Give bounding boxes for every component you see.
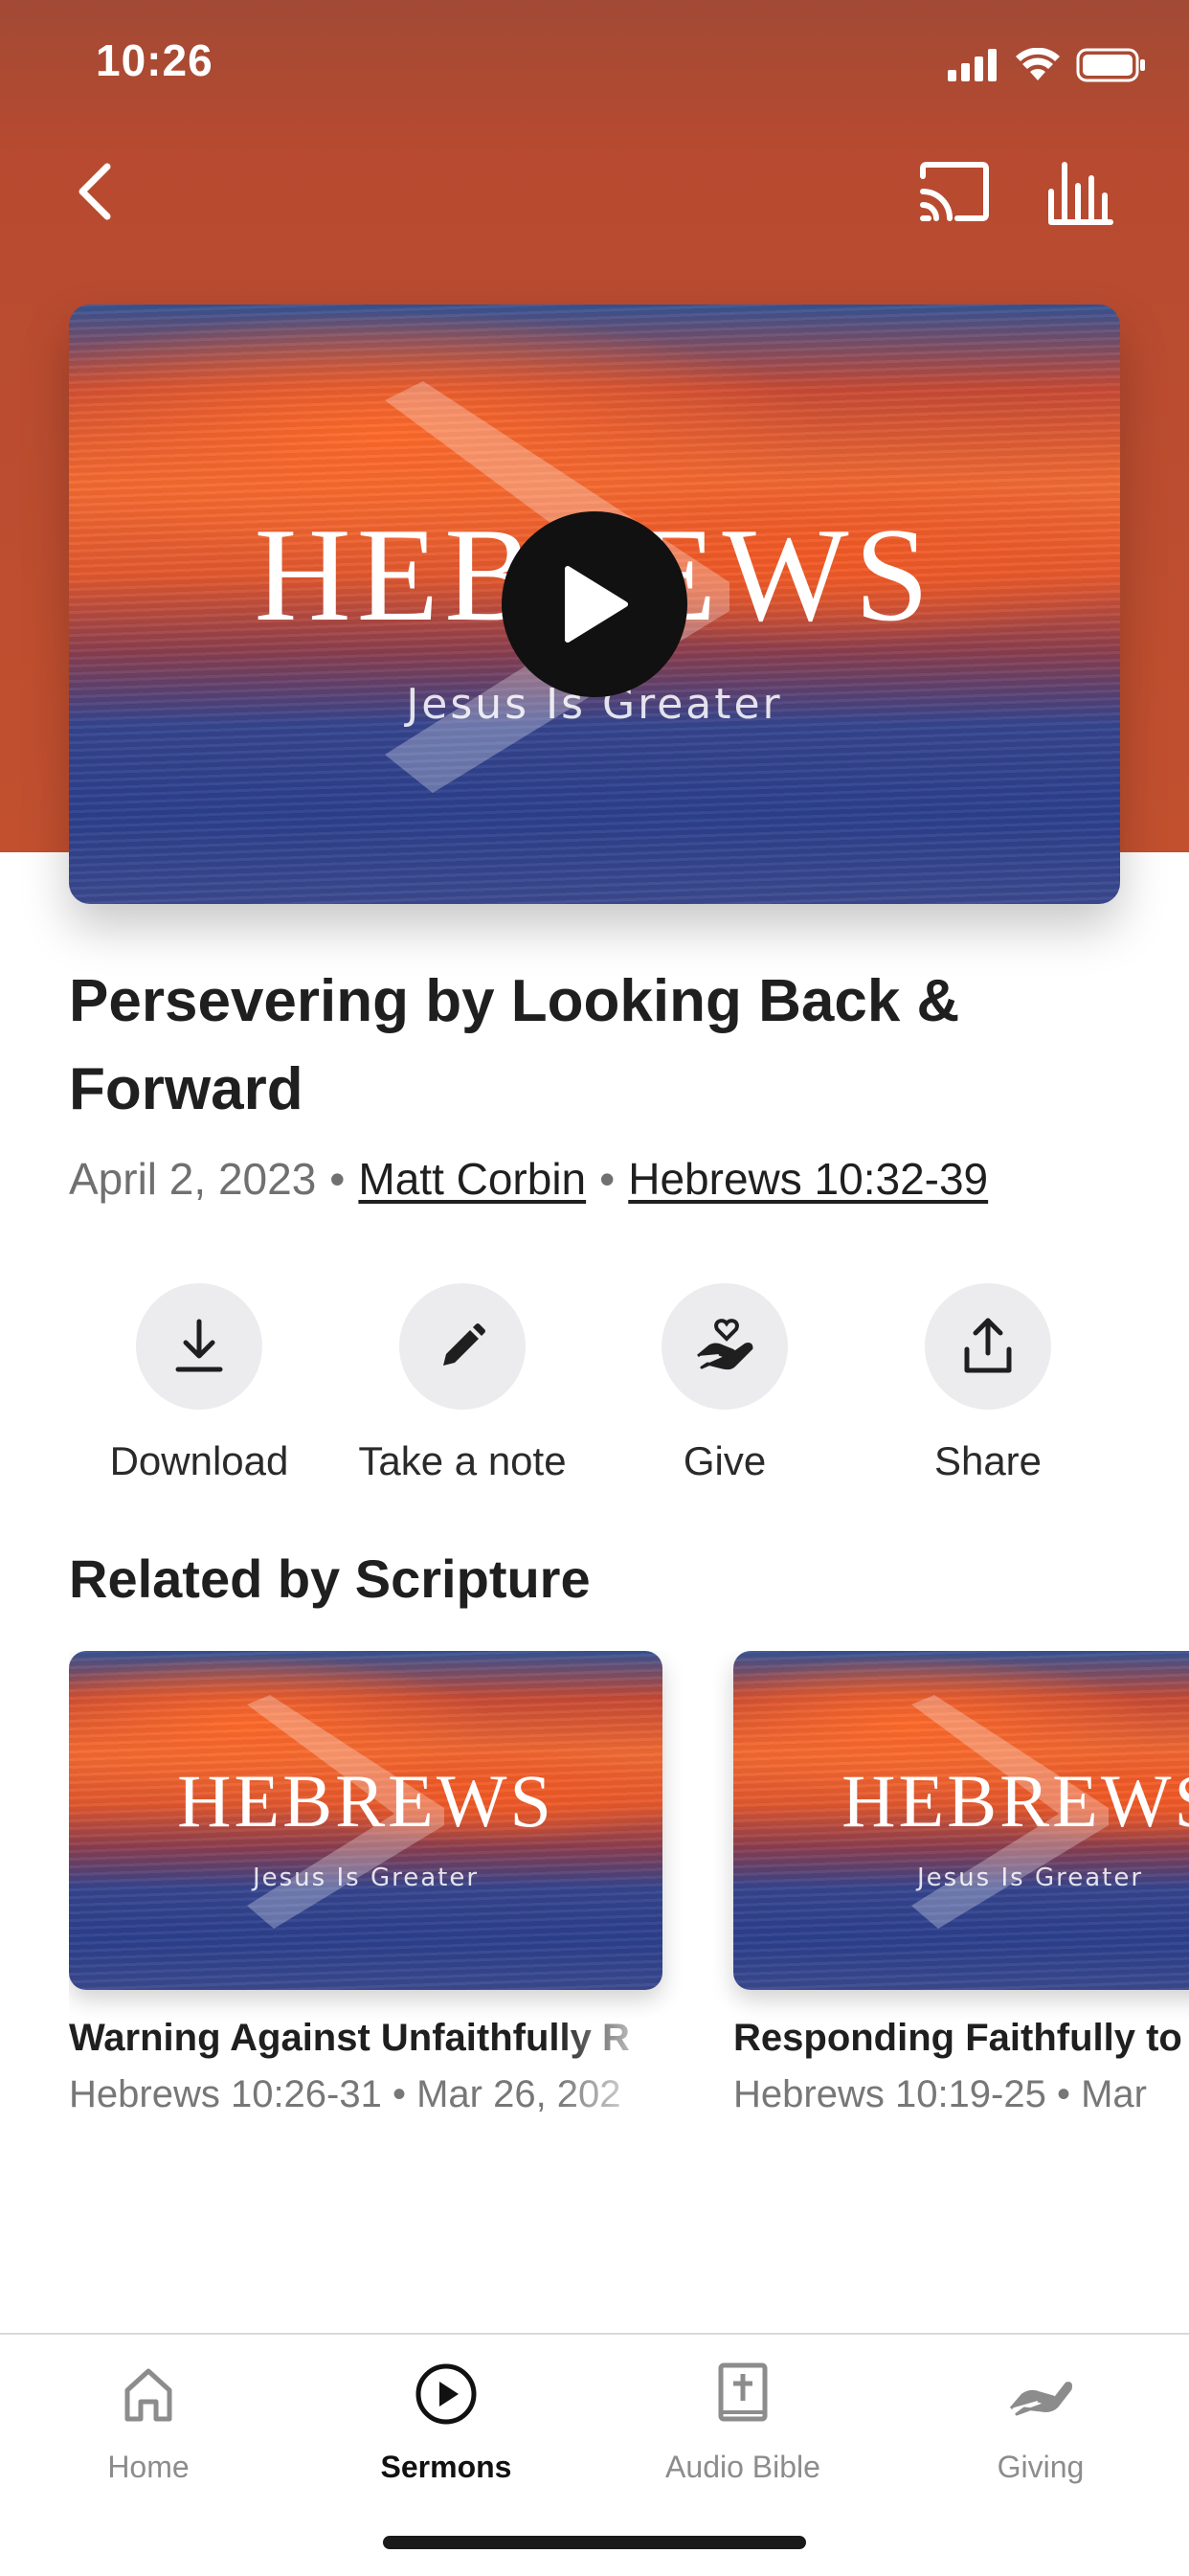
share-icon	[964, 1318, 1012, 1373]
take-note-label: Take a note	[358, 1438, 567, 1483]
tab-sermons-label: Sermons	[380, 2450, 512, 2484]
back-button[interactable]	[67, 153, 124, 230]
play-circle-icon	[415, 2363, 477, 2425]
wifi-icon	[1016, 48, 1060, 80]
cast-icon	[920, 162, 989, 221]
download-button[interactable]: Download	[67, 1283, 331, 1484]
bible-icon	[718, 2362, 768, 2422]
related-title: Responding Faithfully to	[733, 2017, 1182, 2059]
download-icon	[175, 1319, 223, 1372]
meta-separator: •	[329, 1154, 346, 1204]
tab-giving-label: Giving	[997, 2450, 1085, 2484]
chevron-left-icon	[79, 163, 111, 220]
related-title: Warning Against Unfaithfully R	[69, 2017, 662, 2060]
related-thumbnail: HEBREWS Jesus Is Greater	[733, 1651, 1189, 1990]
download-label: Download	[109, 1438, 289, 1483]
tab-audio-bible[interactable]: Audio Bible	[594, 2358, 891, 2485]
share-label: Share	[933, 1438, 1043, 1483]
scripture-link[interactable]: Hebrews 10:32-39	[628, 1154, 988, 1204]
give-label: Give	[683, 1438, 767, 1483]
thumbnail-subtitle: Jesus Is Greater	[916, 1864, 1144, 1892]
play-icon	[565, 566, 628, 643]
take-note-button[interactable]: Take a note	[330, 1283, 594, 1484]
give-circle	[662, 1283, 788, 1410]
home-indicator	[383, 2536, 806, 2549]
related-card[interactable]: HEBREWS Jesus Is Greater Responding Fait…	[733, 1651, 1189, 2116]
related-card[interactable]: HEBREWS Jesus Is Greater Warning Against…	[69, 1651, 662, 2116]
battery-icon	[1076, 48, 1145, 82]
share-button[interactable]: Share	[856, 1283, 1120, 1484]
related-heading: Related by Scripture	[69, 1548, 591, 1609]
equalizer-icon	[1048, 162, 1113, 225]
home-icon	[124, 2368, 172, 2422]
pencil-icon	[443, 1323, 485, 1366]
sermon-date: April 2, 2023	[69, 1154, 317, 1204]
action-row: Download Take a note Give Share	[0, 1283, 1189, 1494]
give-button[interactable]: Give	[593, 1283, 857, 1484]
related-thumbnail: HEBREWS Jesus Is Greater	[69, 1651, 662, 1990]
tab-audio-bible-label: Audio Bible	[665, 2450, 820, 2484]
sermon-meta: April 2, 2023 • Matt Corbin • Hebrews 10:32-…	[69, 1153, 988, 1205]
status-time: 10:26	[96, 35, 213, 85]
tab-home-label: Home	[107, 2450, 190, 2484]
tab-giving[interactable]: Giving	[892, 2358, 1189, 2485]
play-button[interactable]	[502, 511, 687, 697]
tab-home[interactable]: Home	[0, 2358, 297, 2485]
equalizer-button[interactable]	[1043, 157, 1120, 226]
status-bar: 10:26	[0, 0, 1189, 124]
thumbnail-subtitle: Jesus Is Greater	[252, 1864, 480, 1892]
give-heart-hand-icon	[697, 1319, 753, 1370]
giving-hand-icon	[1009, 2382, 1072, 2416]
related-meta: Hebrews 10:19-25 • Mar	[733, 2073, 1147, 2115]
related-meta: Hebrews 10:26-31 • Mar 26, 202	[69, 2073, 662, 2116]
status-icons	[948, 48, 1147, 82]
speaker-link[interactable]: Matt Corbin	[358, 1154, 586, 1204]
sermon-title: Persevering by Looking Back & Forward	[69, 968, 960, 1122]
meta-separator: •	[599, 1154, 616, 1204]
take-note-circle	[399, 1283, 526, 1410]
thumbnail-title: HEBREWS	[177, 1759, 554, 1842]
download-circle	[136, 1283, 262, 1410]
thumbnail-title: HEBREWS	[841, 1759, 1189, 1842]
related-carousel[interactable]: HEBREWS Jesus Is Greater Warning Against…	[69, 1651, 1189, 2130]
signal-icon	[948, 49, 997, 81]
tab-sermons[interactable]: Sermons	[298, 2358, 594, 2485]
share-circle	[925, 1283, 1051, 1410]
cast-button[interactable]	[915, 159, 992, 226]
